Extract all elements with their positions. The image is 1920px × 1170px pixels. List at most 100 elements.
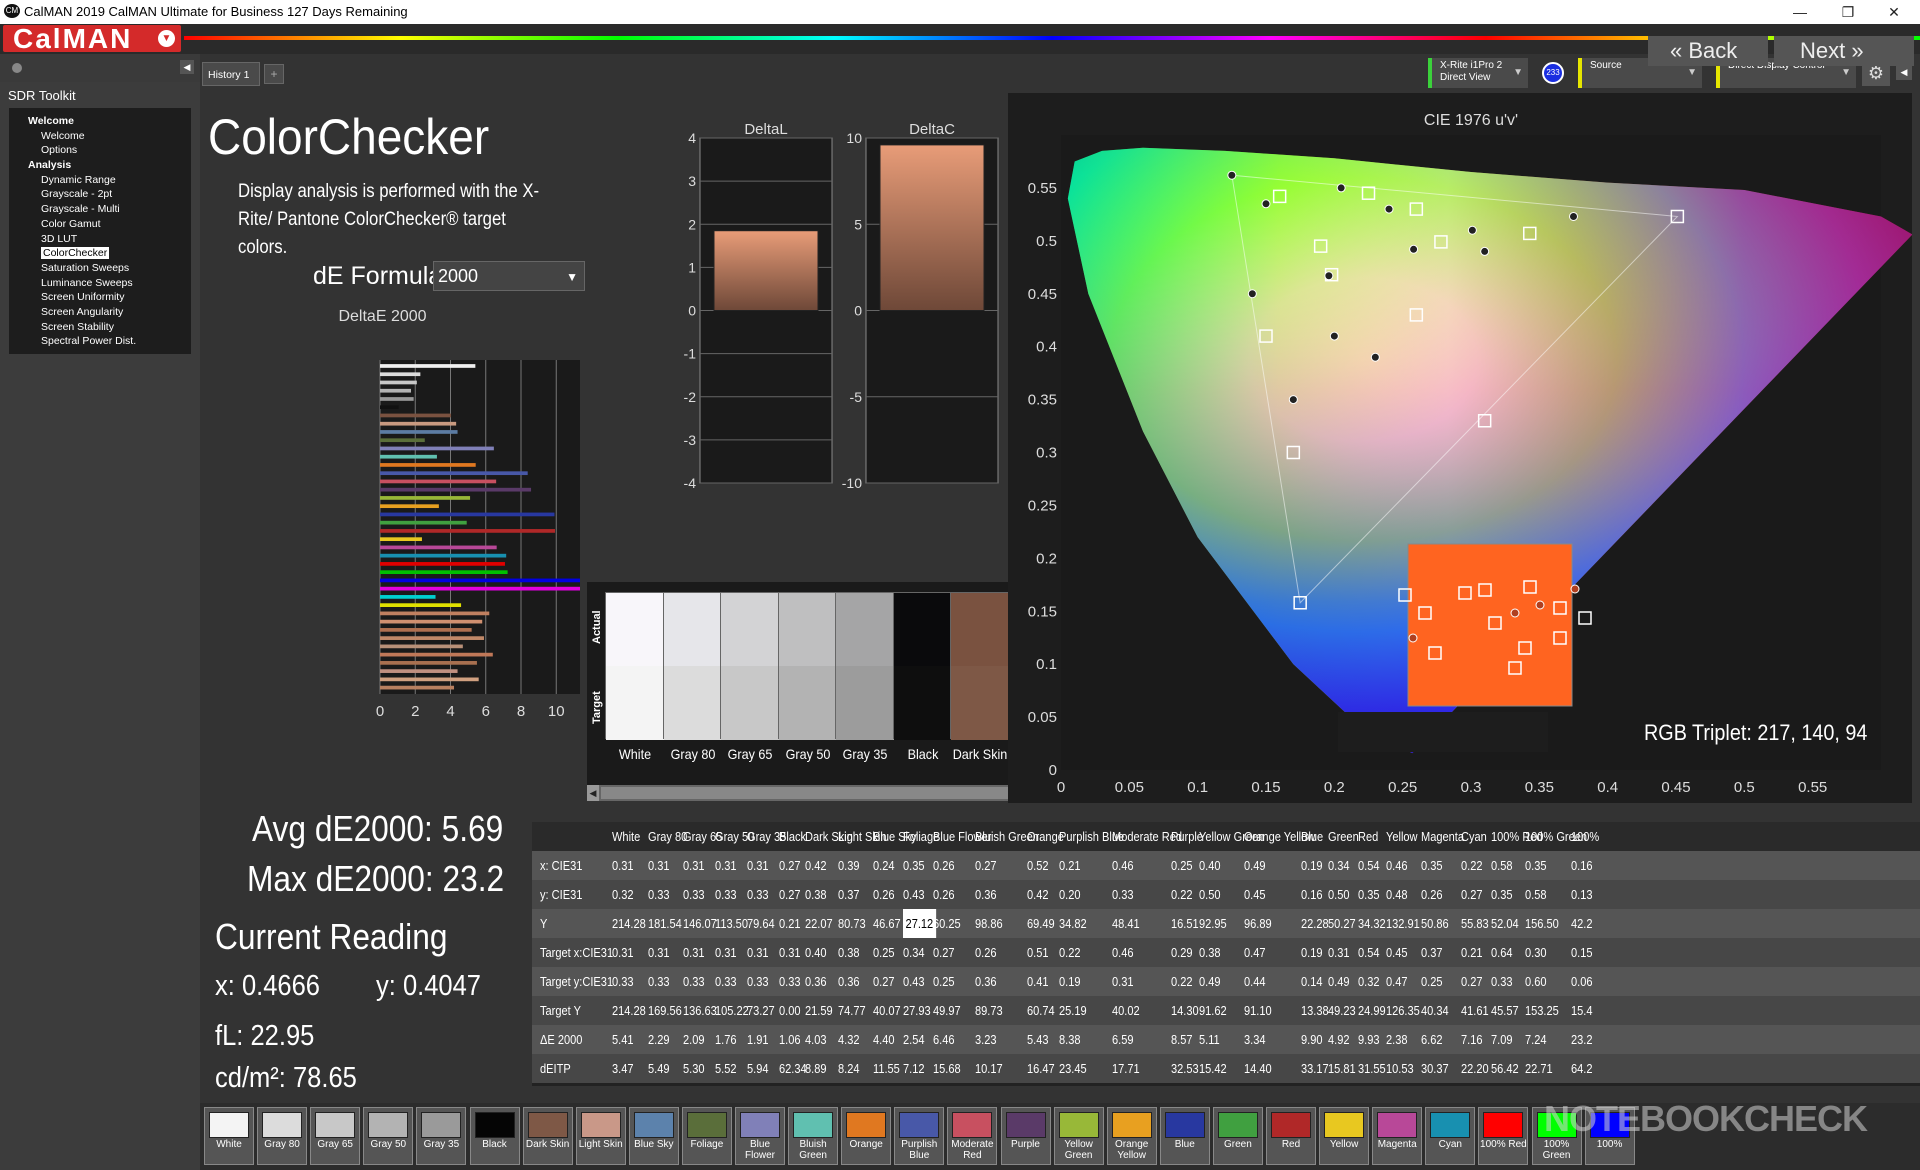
- table-cell[interactable]: 0.22: [1171, 967, 1193, 996]
- collapse-panel-icon[interactable]: ◀: [1896, 64, 1912, 80]
- table-cell[interactable]: 0.31: [648, 851, 670, 880]
- table-cell[interactable]: 49.23: [1328, 996, 1356, 1025]
- table-cell[interactable]: 0.33: [1491, 967, 1513, 996]
- table-cell[interactable]: 0.49: [1199, 967, 1221, 996]
- table-cell[interactable]: 0.35: [903, 851, 925, 880]
- table-cell[interactable]: 0.25: [1171, 851, 1193, 880]
- table-cell[interactable]: 0.31: [747, 938, 769, 967]
- color-patch-button[interactable]: Yellow: [1319, 1107, 1370, 1165]
- table-cell[interactable]: 0.47: [1244, 938, 1266, 967]
- color-patch-button[interactable]: Green: [1212, 1107, 1263, 1165]
- table-cell[interactable]: 0.58: [1525, 880, 1547, 909]
- table-cell[interactable]: 0.34: [903, 938, 925, 967]
- sidebar-item[interactable]: Screen Stability: [9, 320, 191, 335]
- table-cell[interactable]: 5.41: [612, 1025, 634, 1054]
- sidebar-item[interactable]: ColorChecker: [9, 246, 191, 261]
- swatch[interactable]: [662, 592, 723, 740]
- table-cell[interactable]: 214.28: [612, 909, 646, 938]
- table-cell[interactable]: 0.34: [1328, 851, 1350, 880]
- table-cell[interactable]: 2.29: [648, 1025, 670, 1054]
- swatch[interactable]: [777, 592, 838, 740]
- restore-button[interactable]: ❐: [1828, 2, 1868, 22]
- table-cell[interactable]: 40.02: [1112, 996, 1140, 1025]
- table-cell[interactable]: 73.27: [747, 996, 775, 1025]
- color-patch-button[interactable]: Gray 80: [257, 1107, 308, 1165]
- table-cell[interactable]: 2.38: [1386, 1025, 1408, 1054]
- table-cell[interactable]: 0.38: [805, 880, 827, 909]
- table-cell[interactable]: 0.00: [779, 996, 801, 1025]
- table-cell[interactable]: 0.27: [933, 938, 955, 967]
- color-patch-button[interactable]: Orange: [841, 1107, 892, 1165]
- table-cell[interactable]: 40.34: [1421, 996, 1449, 1025]
- table-cell[interactable]: 0.21: [1461, 938, 1483, 967]
- table-cell[interactable]: 0.30: [1525, 938, 1547, 967]
- table-cell[interactable]: 60.74: [1027, 996, 1055, 1025]
- table-cell[interactable]: 0.32: [1358, 967, 1380, 996]
- table-cell[interactable]: 4.03: [805, 1025, 827, 1054]
- table-cell[interactable]: 0.26: [1421, 880, 1443, 909]
- table-cell[interactable]: 9.90: [1301, 1025, 1323, 1054]
- table-cell[interactable]: 3.47: [612, 1054, 634, 1083]
- table-cell[interactable]: 0.41: [1027, 967, 1049, 996]
- table-cell[interactable]: 0.37: [1421, 938, 1443, 967]
- table-cell[interactable]: 0.36: [975, 880, 997, 909]
- table-cell[interactable]: 22.20: [1461, 1054, 1489, 1083]
- table-cell[interactable]: 105.22: [715, 996, 749, 1025]
- table-cell[interactable]: 0.19: [1301, 851, 1323, 880]
- table-cell[interactable]: 0.33: [715, 967, 737, 996]
- table-cell[interactable]: 33.17: [1301, 1054, 1329, 1083]
- table-cell[interactable]: 0.43: [903, 967, 925, 996]
- sidebar-item[interactable]: Welcome: [9, 114, 191, 129]
- table-cell[interactable]: 2.09: [683, 1025, 705, 1054]
- table-cell[interactable]: 6.62: [1421, 1025, 1443, 1054]
- table-cell[interactable]: 0.38: [838, 938, 860, 967]
- table-cell[interactable]: 15.42: [1199, 1054, 1227, 1083]
- table-cell[interactable]: 0.36: [805, 967, 827, 996]
- table-cell[interactable]: 5.30: [683, 1054, 705, 1083]
- table-cell[interactable]: 0.49: [1244, 851, 1266, 880]
- table-cell[interactable]: 42.2: [1571, 909, 1593, 938]
- table-cell[interactable]: 0.33: [715, 880, 737, 909]
- table-cell[interactable]: 0.31: [648, 938, 670, 967]
- sidebar-item[interactable]: Grayscale - 2pt: [9, 187, 191, 202]
- pin-icon[interactable]: [12, 63, 22, 73]
- table-cell[interactable]: 0.31: [779, 938, 801, 967]
- table-cell[interactable]: 5.43: [1027, 1025, 1049, 1054]
- table-cell[interactable]: 0.33: [648, 967, 670, 996]
- table-cell[interactable]: 0.16: [1571, 851, 1593, 880]
- table-cell[interactable]: 0.50: [1199, 880, 1221, 909]
- table-cell[interactable]: 0.13: [1571, 880, 1593, 909]
- color-patch-button[interactable]: Dark Skin: [522, 1107, 573, 1165]
- table-cell[interactable]: 0.52: [1027, 851, 1049, 880]
- back-button[interactable]: « Back: [1648, 36, 1768, 66]
- table-cell[interactable]: 0.27: [873, 967, 895, 996]
- table-cell[interactable]: 0.47: [1386, 967, 1408, 996]
- table-cell[interactable]: 0.26: [975, 938, 997, 967]
- chevron-down-icon[interactable]: ▼: [158, 30, 175, 47]
- table-cell[interactable]: 153.25: [1525, 996, 1559, 1025]
- sidebar-item[interactable]: Analysis: [9, 158, 191, 173]
- sidebar-item[interactable]: Screen Uniformity: [9, 290, 191, 305]
- table-cell[interactable]: 11.55: [873, 1054, 900, 1083]
- table-cell[interactable]: 96.89: [1244, 909, 1272, 938]
- table-cell[interactable]: 181.54: [648, 909, 682, 938]
- table-cell[interactable]: 136.63: [683, 996, 717, 1025]
- table-cell[interactable]: 74.77: [838, 996, 866, 1025]
- table-cell[interactable]: 3.23: [975, 1025, 997, 1054]
- table-cell[interactable]: 5.52: [715, 1054, 737, 1083]
- table-cell[interactable]: 0.31: [612, 851, 634, 880]
- table-cell[interactable]: 0.31: [683, 938, 705, 967]
- table-cell[interactable]: 69.49: [1027, 909, 1055, 938]
- table-cell[interactable]: 4.92: [1328, 1025, 1350, 1054]
- table-cell[interactable]: 14.30: [1171, 996, 1199, 1025]
- table-cell[interactable]: 7.12: [903, 1054, 925, 1083]
- sidebar-item[interactable]: Spectral Power Dist.: [9, 334, 191, 349]
- table-cell[interactable]: 0.42: [805, 851, 827, 880]
- table-cell[interactable]: 214.28: [612, 996, 646, 1025]
- table-cell[interactable]: 0.64: [1491, 938, 1513, 967]
- table-cell[interactable]: 48.41: [1112, 909, 1140, 938]
- table-cell[interactable]: 7.09: [1491, 1025, 1513, 1054]
- table-cell[interactable]: 0.36: [975, 967, 997, 996]
- table-cell[interactable]: 55.83: [1461, 909, 1489, 938]
- table-cell[interactable]: 0.51: [1027, 938, 1049, 967]
